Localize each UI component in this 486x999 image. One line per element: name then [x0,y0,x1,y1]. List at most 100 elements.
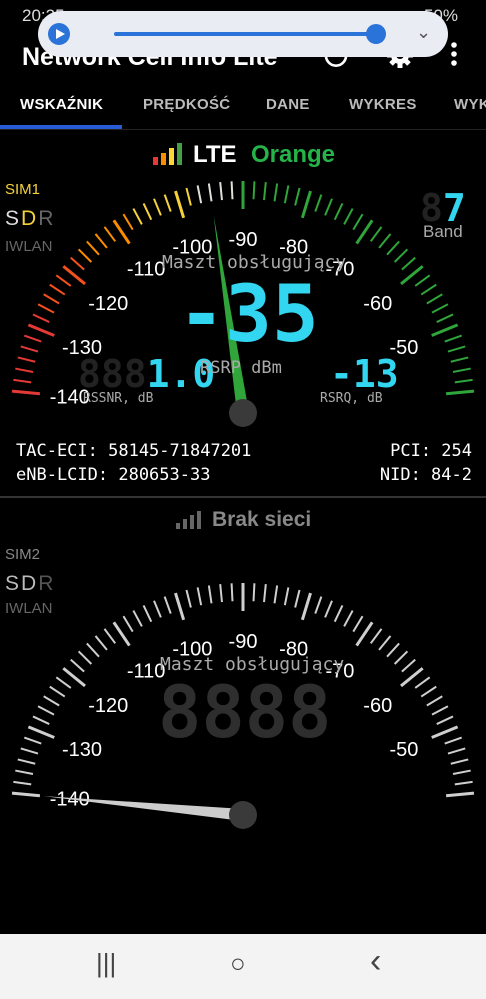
gauge-tick [431,725,459,739]
tab-wskaznik[interactable]: WSKAŹNIK [20,96,103,113]
gauge-tick [43,695,60,707]
gauge-tick [343,208,354,225]
gauge-tick [420,283,437,296]
gauge-tick [196,587,203,606]
gauge-tick [431,303,449,314]
gauge-tick [450,758,469,765]
rssnr-label: RSSNR, dB [83,391,154,406]
gauge-tick [324,600,333,618]
gauge-tick [174,592,186,621]
gauge-tick [444,334,463,343]
gauge-tick [49,685,66,698]
gauge-tick [386,642,400,658]
gauge-tick [207,183,213,202]
gauge-tick [393,650,409,665]
gauge-tick [300,592,312,621]
gauge-tick [273,183,279,202]
gauge-tick [454,780,473,786]
sim2-main-value-placeholder: 8888 [158,670,332,754]
gauge-tick [401,658,416,673]
gauge-tick [122,213,134,231]
chevron-down-icon[interactable]: ⌄ [416,22,431,43]
gauge-tick [452,367,471,374]
gauge-tick [13,780,32,786]
rsrp-label: RSRP dBm [200,358,282,378]
gauge-tick-label: -90 [229,229,258,251]
gauge-tick [17,758,36,765]
tab-predkosc[interactable]: PRĘDKOŚĆ [143,96,230,113]
gauge-tick [77,650,93,665]
gauge-tick [414,676,431,689]
gauge-tick [20,345,39,353]
gauge-tick [70,256,85,271]
gauge-tick [142,604,153,623]
gauge-tick [450,356,469,363]
gauge-tick [86,240,100,256]
gauge-tick [37,303,55,314]
gauge-tick [252,181,256,200]
gauge-tick [444,736,463,745]
back-icon[interactable]: ‹ [370,942,381,981]
gauge-tick [32,313,50,323]
gauge-tick [414,274,431,287]
gauge-tick [174,190,186,219]
home-icon[interactable]: ○ [230,948,246,979]
gauge-tick [400,667,424,688]
gauge-tick [94,233,108,249]
gauge-tick [252,583,256,602]
gauge-tick [294,589,301,608]
gauge-tick [431,705,449,716]
gauge-tick [447,747,466,755]
gauge-tick [386,240,400,256]
gauge-tick [32,715,50,725]
gauge-tick [43,293,60,305]
gauge-tick [393,248,409,263]
tab-divider [0,129,486,130]
pci: PCI: 254 [390,441,472,461]
gauge-tick [11,791,41,798]
gauge-tick [185,589,192,608]
gauge-tick [378,233,392,249]
sim-divider [0,496,486,498]
gauge-tick [230,583,234,602]
volume-thumb[interactable] [366,24,386,44]
sim1-main-value: -35 [178,270,319,360]
rsrq-value: -13 [330,352,399,396]
more-vert-icon[interactable] [448,40,460,75]
tab-dane[interactable]: DANE [266,96,310,113]
gauge-tick [324,198,333,216]
gauge-tick-label: -60 [363,695,392,717]
sim2-status: Brak sieci [212,508,312,531]
media-controller[interactable]: ⌄ [38,11,448,57]
gauge-tick [333,202,344,221]
rssnr-value: 8881.0 [78,352,216,396]
gauge-tick [132,610,143,627]
gauge-tick [207,585,213,604]
gauge-tick [378,635,392,651]
gauge-tick [55,274,72,287]
gauge-tick [37,705,55,716]
gauge-tick [314,596,323,614]
gauge-tick [454,378,473,384]
recent-apps-icon[interactable]: ||| [96,948,116,979]
gauge-tick [163,194,172,212]
tab-wykres[interactable]: WYKRES [349,96,417,113]
rsrq-label: RSRQ, dB [320,391,383,406]
gauge-tick [13,378,32,384]
tab-wyk[interactable]: WYK [454,96,486,113]
gauge-tick [369,628,383,644]
play-icon[interactable] [48,23,70,45]
gauge-tick [355,621,374,647]
gauge-tick [355,219,374,245]
gauge-tick [132,208,143,225]
gauge-tick [153,600,162,618]
gauge-tick [49,283,66,296]
gauge-tick [62,265,86,286]
volume-track[interactable] [114,32,378,36]
gauge-tick [15,367,34,374]
gauge-tick [103,628,117,644]
gauge-tick [283,587,290,606]
gauge-tick [196,185,203,204]
gauge-tick [420,685,437,698]
gauge-tick [77,248,93,263]
